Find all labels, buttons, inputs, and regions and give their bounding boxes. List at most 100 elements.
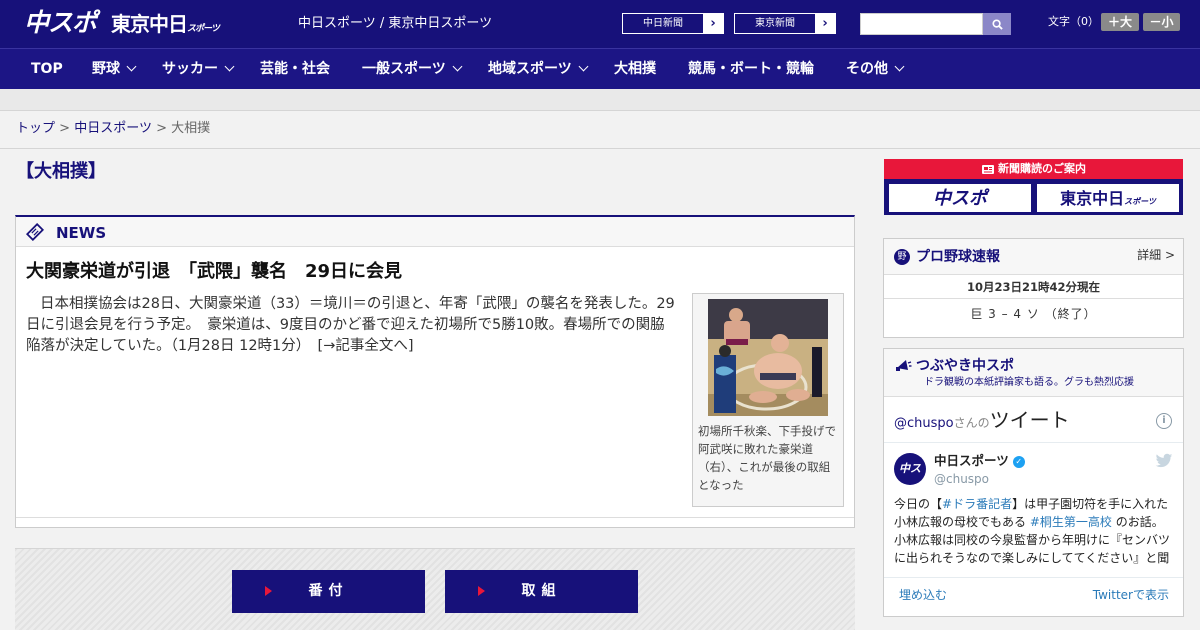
twitter-bird-icon[interactable] [1155,453,1173,469]
nav-label: 地域スポーツ [488,61,572,77]
breadcrumb-top[interactable]: トップ [16,121,55,136]
info-icon[interactable]: i [1156,413,1172,429]
ticket-icon [26,223,44,241]
embed-link[interactable]: 埋め込む [899,587,947,603]
nav-top[interactable]: TOP [31,49,63,90]
subscription-title-text: 新聞購読のご案内 [998,162,1086,175]
nav-label: 大相撲 [614,61,656,77]
nav-general-sports[interactable]: 一般スポーツ [362,49,463,90]
subscription-title: 新聞購読のご案内 [884,159,1183,179]
twitter-header: つぶやき中スポ ドラ観戦の本紙評論家も語る。グラも熱烈応援 [884,349,1183,397]
chevron-down-icon [126,61,137,72]
view-on-twitter-link[interactable]: Twitterで表示 [1093,587,1169,603]
chuspo-subscribe-logo[interactable]: 中スポ [888,183,1032,213]
baseball-timestamp: 10月23日21時42分現在 [884,275,1183,299]
chevron-right-icon: › [815,14,835,33]
timeline-handle[interactable]: @chuspo [894,416,954,431]
chunichi-shimbun-link[interactable]: 中日新聞 › [622,13,724,34]
breadcrumb-separator: > [59,121,71,136]
article-title[interactable]: 大関豪栄道が引退 「武隈」襲名 29日に会見 [26,260,402,284]
article-photo[interactable] [708,299,828,416]
baseball-header: 野 プロ野球速報 詳細 > [884,239,1183,275]
nav-label: サッカー [162,61,218,77]
article-body: 日本相撲協会は28日、大関豪栄道（33）＝境川＝の引退と、年寄「武隈」の襲名を発… [26,294,676,357]
tokyo-logo-small: スポーツ [187,24,220,34]
twitter-title: つぶやき中スポ [916,358,1014,374]
hashtag-link[interactable]: #ドラ番記者 [942,497,1012,511]
tokyo-sub-text: 東京中日 [1060,189,1125,208]
chevron-right-icon: › [703,14,723,33]
nav-label: 競馬・ボート・競輪 [688,61,814,77]
nav-entertainment[interactable]: 芸能・社会 [260,49,330,90]
banzuke-button[interactable]: 番付 [232,570,425,613]
button-label: 取組 [521,583,562,599]
nav-sumo[interactable]: 大相撲 [614,49,656,90]
font-larger-button[interactable]: ＋大 [1101,13,1139,31]
sumo-button-panel: 番付 取組 [15,548,855,630]
hashtag-link[interactable]: #桐生第一高校 [1030,515,1112,529]
main-nav: TOP 野球 サッカー 芸能・社会 一般スポーツ 地域スポーツ 大相撲 競馬・ボ… [0,48,1200,89]
breadcrumb-current: 大相撲 [171,121,211,136]
tweet-account-name[interactable]: 中日スポーツ ✓ [934,453,1025,469]
top-header: 中スポ 東京中日スポーツ 中日スポーツ / 東京中日スポーツ 中日新聞 › 東京… [0,0,1200,48]
play-triangle-icon [478,586,485,596]
timeline-suffix: さんの [953,416,990,430]
nav-local-sports[interactable]: 地域スポーツ [488,49,589,90]
baseball-live-card: 野 プロ野球速報 詳細 > 10月23日21時42分現在 巨 3 – 4 ソ （… [883,238,1184,338]
search-input[interactable] [860,13,983,35]
search-button[interactable] [983,13,1011,35]
timeline-title: ツイート [989,408,1070,432]
nav-soccer[interactable]: サッカー [162,49,235,90]
font-size-label: 文字（0） [1048,15,1099,28]
torikumi-button[interactable]: 取組 [445,570,638,613]
newspaper-icon [982,164,994,174]
baseball-detail-link[interactable]: 詳細 > [1137,247,1175,263]
tweet-text-part: 今日の【 [894,497,943,511]
search-icon [991,18,1003,30]
tokyo-subscribe-logo[interactable]: 東京中日スポーツ [1036,183,1180,213]
account-name-text: 中日スポーツ [934,453,1009,468]
megaphone-icon [896,360,912,371]
ext-link-label: 中日新聞 [643,18,683,29]
font-smaller-button[interactable]: －小 [1143,13,1180,31]
tokyo-shimbun-link[interactable]: 東京新聞 › [734,13,836,34]
nav-label: 野球 [92,61,120,77]
divider [16,517,854,518]
baseball-title: プロ野球速報 [916,249,1000,265]
photo-box: 初場所千秋楽、下手投げで阿武咲に敗れた豪栄道（右）、これが最後の取組となった [692,293,844,507]
nav-label: 芸能・社会 [260,61,330,77]
tweet-account-handle[interactable]: @chuspo [934,471,989,487]
twitter-footer: 埋め込む Twitterで表示 [884,577,1183,611]
breadcrumb: トップ > 中日スポーツ > 大相撲 [16,121,210,137]
divider [884,442,1183,443]
tokyo-chunichi-logo[interactable]: 東京中日スポーツ [111,12,220,41]
chevron-down-icon [224,61,235,72]
chevron-down-icon [894,61,905,72]
ext-link-label: 東京新聞 [755,18,795,29]
read-more-link[interactable]: [→記事全文へ] [318,338,414,354]
avatar[interactable]: 中スポ [894,453,926,507]
twitter-subtitle: ドラ観戦の本紙評論家も語る。グラも熱烈応援 [924,377,1134,388]
chuspo-logo[interactable]: 中スポ [24,9,97,37]
nav-other[interactable]: その他 [846,49,905,90]
nav-baseball[interactable]: 野球 [92,49,137,90]
twitter-card: つぶやき中スポ ドラ観戦の本紙評論家も語る。グラも熱烈応援 @chuspoさんの… [883,348,1184,617]
chevron-down-icon [452,61,463,72]
nav-label: TOP [31,61,63,77]
nav-keiba[interactable]: 競馬・ボート・競輪 [688,49,814,90]
nav-label: 一般スポーツ [362,61,446,77]
nav-label: その他 [846,61,888,77]
breadcrumb-separator: > [156,121,167,136]
subscription-banner[interactable]: 新聞購読のご案内 中スポ 東京中日スポーツ [884,159,1183,215]
play-triangle-icon [265,586,272,596]
news-section: NEWS 大関豪栄道が引退 「武隈」襲名 29日に会見 日本相撲協会は28日、大… [15,215,855,528]
breadcrumb-chunichi-sports[interactable]: 中日スポーツ [74,121,152,136]
tokyo-logo-text: 東京中日 [111,12,188,36]
tweet-text: 今日の【#ドラ番記者】は甲子園切符を手に入れた小林広報の母校でもある #桐生第一… [894,495,1174,567]
news-section-label: NEWS [56,224,107,242]
baseball-score[interactable]: 巨 3 – 4 ソ （終了） [884,305,1183,323]
page-title: 【大相撲】 [16,161,106,182]
tokyo-sub-small: スポーツ [1124,197,1156,206]
site-title: 中日スポーツ / 東京中日スポーツ [298,16,493,31]
baseball-icon: 野 [894,249,910,265]
